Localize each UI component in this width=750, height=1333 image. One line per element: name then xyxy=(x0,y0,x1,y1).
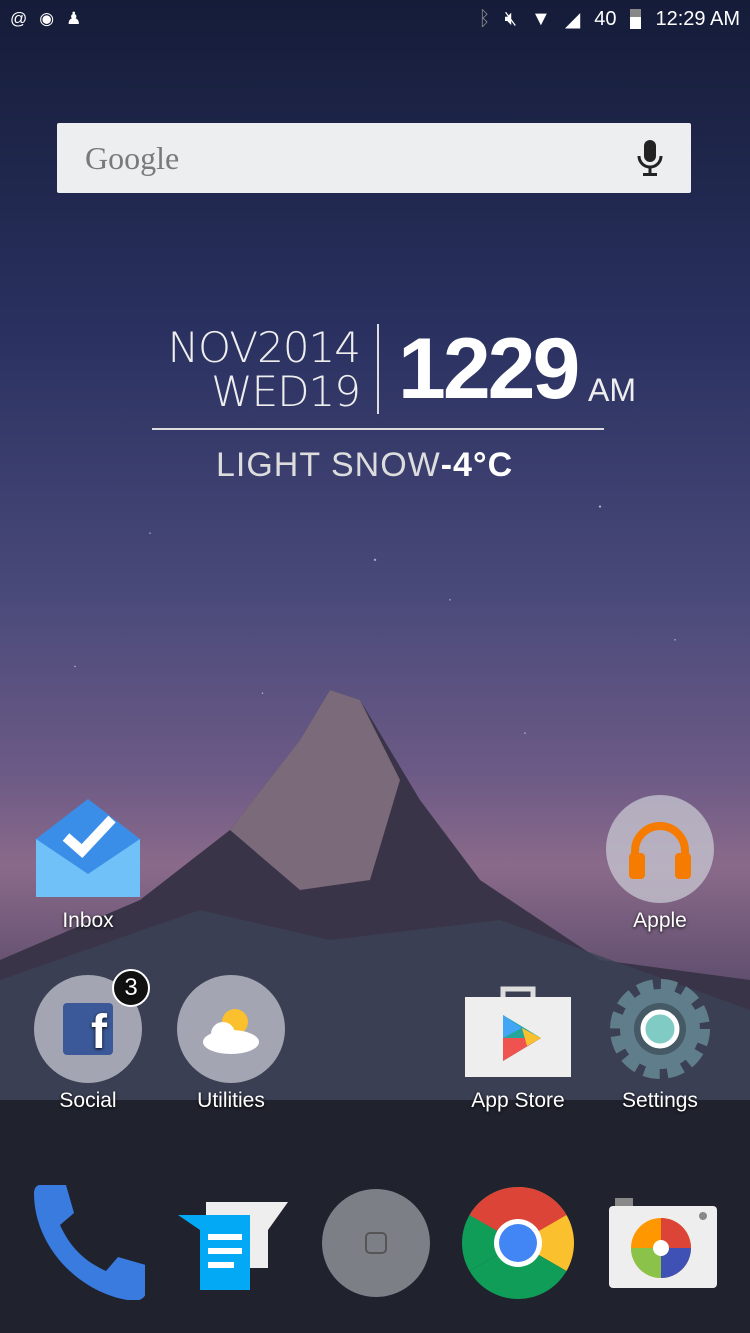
app-social-folder[interactable]: f3 Social xyxy=(18,969,158,1113)
bluetooth-icon: ᛒ xyxy=(478,7,491,30)
dock-messages[interactable] xyxy=(175,1185,290,1300)
divider xyxy=(152,428,604,430)
inbox-icon xyxy=(34,795,142,903)
camera-icon xyxy=(608,1197,717,1288)
dock-phone[interactable] xyxy=(30,1185,145,1300)
google-search-bar[interactable]: Google xyxy=(57,123,691,193)
weather-condition: LIGHT SNOW xyxy=(216,446,441,484)
dock-camera[interactable] xyxy=(605,1185,720,1300)
date: NOV2014 WED19 xyxy=(167,323,361,416)
messenger-icon: ◉ xyxy=(39,9,55,28)
phone-icon xyxy=(34,1185,145,1300)
app-label: Apple xyxy=(633,909,687,932)
battery-icon xyxy=(630,9,642,29)
messages-icon xyxy=(177,1202,288,1290)
app-inbox[interactable]: Inbox xyxy=(18,795,158,933)
app-label: Utilities xyxy=(197,1089,265,1112)
weather: LIGHT SNOW-4°C xyxy=(216,446,513,485)
play-store-icon xyxy=(464,975,572,1083)
app-play-store[interactable]: App Store xyxy=(448,975,588,1113)
status-bar: @ ◉ ♟ ᛒ 🔇︎ ▼ ◢ 40 12:29 AM xyxy=(0,0,750,38)
app-apple-folder[interactable]: Apple xyxy=(590,795,730,933)
app-label: Social xyxy=(59,1089,117,1112)
app-settings[interactable]: Settings xyxy=(590,975,730,1113)
home-icon xyxy=(321,1188,430,1297)
at-icon: @ xyxy=(10,9,28,28)
app-label: Settings xyxy=(622,1089,698,1112)
day: WED19 xyxy=(211,367,361,416)
headphones-icon xyxy=(606,795,714,903)
notification-badge: 3 xyxy=(112,969,150,1007)
settings-gear-icon xyxy=(606,975,714,1083)
widget-ampm: AM xyxy=(588,372,636,408)
dock-home-button[interactable] xyxy=(318,1185,433,1300)
month-year: NOV2014 xyxy=(167,323,361,372)
microphone-icon[interactable] xyxy=(637,140,663,176)
weather-cloud-icon xyxy=(177,975,285,1083)
muted-icon: 🔇︎ xyxy=(504,7,518,30)
widget-time: 1229 xyxy=(398,321,580,417)
app-label: Inbox xyxy=(62,909,114,932)
battery-level: 40 xyxy=(594,7,617,30)
wifi-icon: ▼ xyxy=(531,7,551,30)
dock xyxy=(0,1185,750,1300)
signal-icon: ◢ xyxy=(564,8,581,31)
google-logo: Google xyxy=(85,139,180,176)
dock-chrome[interactable] xyxy=(460,1185,575,1300)
divider xyxy=(377,324,379,414)
app-utilities-folder[interactable]: Utilities xyxy=(161,975,301,1113)
snapchat-icon: ♟ xyxy=(66,9,82,28)
facebook-icon: f3 xyxy=(34,969,150,1083)
clock: 12:29 AM xyxy=(655,7,740,30)
temperature: -4°C xyxy=(440,446,514,484)
app-label: App Store xyxy=(471,1089,565,1112)
chrome-icon xyxy=(461,1186,574,1299)
